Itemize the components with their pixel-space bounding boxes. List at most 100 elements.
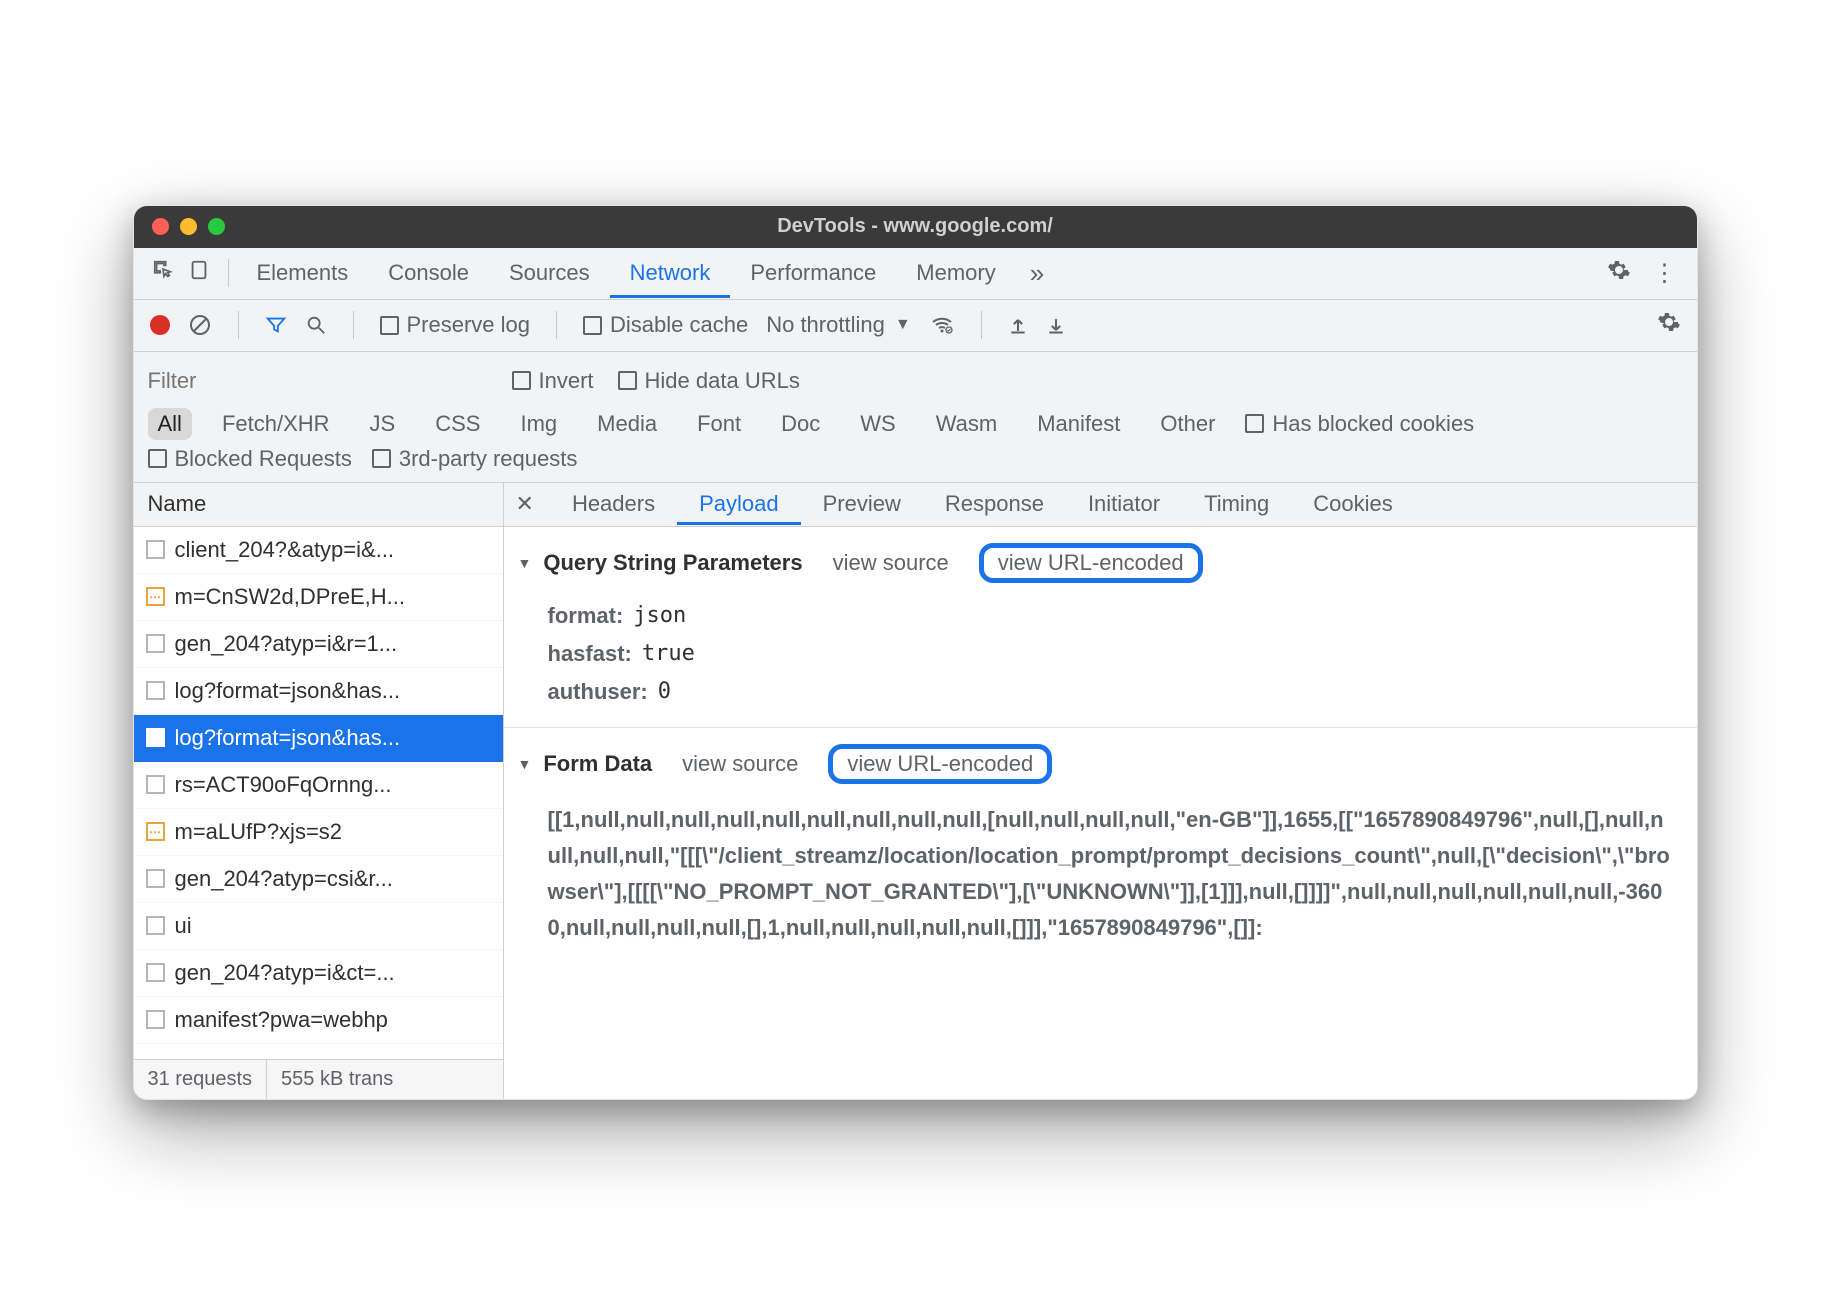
detail-tab-payload[interactable]: Payload [677, 483, 801, 525]
filter-chip-doc[interactable]: Doc [771, 408, 830, 440]
record-button[interactable] [150, 315, 170, 335]
window-title: DevTools - www.google.com/ [134, 215, 1697, 238]
request-row[interactable]: ui [134, 903, 503, 950]
request-row[interactable]: client_204?&atyp=i&... [134, 527, 503, 574]
main-tab-performance[interactable]: Performance [730, 248, 896, 298]
preserve-log-checkbox[interactable]: Preserve log [380, 312, 531, 338]
import-har-icon[interactable] [1008, 315, 1028, 335]
request-label: log?format=json&has... [175, 725, 401, 751]
blocked-requests-label: Blocked Requests [175, 446, 352, 472]
kebab-menu-icon[interactable]: ⋮ [1653, 259, 1677, 288]
form-data-header: ▼ Form Data view source view URL-encoded [504, 740, 1697, 794]
close-details-icon[interactable]: ✕ [504, 491, 550, 517]
query-string-header: ▼ Query String Parameters view source vi… [504, 539, 1697, 593]
export-har-icon[interactable] [1046, 315, 1066, 335]
document-icon [146, 728, 165, 747]
param-value: 0 [658, 679, 671, 705]
form-data-body: [[1,null,null,null,null,null,null,null,n… [504, 794, 1697, 947]
detail-tab-timing[interactable]: Timing [1182, 483, 1291, 525]
request-row[interactable]: manifest?pwa=webhp [134, 997, 503, 1044]
network-settings-gear-icon[interactable] [1657, 310, 1681, 340]
disclosure-triangle-icon[interactable]: ▼ [518, 756, 532, 772]
settings-gear-icon[interactable] [1607, 258, 1631, 288]
throttling-select[interactable]: No throttling ▼ [766, 312, 910, 338]
detail-tab-response[interactable]: Response [923, 483, 1066, 525]
filter-chip-all[interactable]: All [148, 408, 192, 440]
has-blocked-cookies-label: Has blocked cookies [1272, 411, 1474, 437]
clear-icon[interactable] [188, 313, 212, 337]
view-source-link[interactable]: view source [682, 751, 798, 777]
request-row[interactable]: gen_204?atyp=i&r=1... [134, 621, 503, 668]
filter-chip-other[interactable]: Other [1150, 408, 1225, 440]
document-icon [146, 540, 165, 559]
filter-input[interactable] [148, 364, 488, 398]
detail-tab-cookies[interactable]: Cookies [1291, 483, 1414, 525]
throttling-value: No throttling [766, 312, 885, 338]
third-party-checkbox[interactable]: 3rd-party requests [372, 446, 578, 472]
divider [238, 311, 239, 339]
filter-chip-manifest[interactable]: Manifest [1027, 408, 1130, 440]
form-data-section: ▼ Form Data view source view URL-encoded… [504, 728, 1697, 963]
request-row[interactable]: rs=ACT90oFqOrnng... [134, 762, 503, 809]
blocked-requests-checkbox[interactable]: Blocked Requests [148, 446, 352, 472]
view-url-encoded-link[interactable]: view URL-encoded [828, 744, 1052, 784]
document-icon [146, 681, 165, 700]
request-row[interactable]: gen_204?atyp=csi&r... [134, 856, 503, 903]
divider [556, 311, 557, 339]
invert-label: Invert [539, 368, 594, 394]
search-icon[interactable] [305, 314, 327, 336]
inspect-icon[interactable] [152, 259, 174, 287]
main-tab-console[interactable]: Console [368, 248, 489, 298]
script-icon: ⋯ [146, 587, 165, 606]
disclosure-triangle-icon[interactable]: ▼ [518, 555, 532, 571]
view-url-encoded-link[interactable]: view URL-encoded [979, 543, 1203, 583]
param-key: format: [548, 603, 624, 629]
more-tabs-button[interactable]: » [1016, 258, 1058, 289]
invert-checkbox[interactable]: Invert [512, 368, 594, 394]
resource-type-chips: All Fetch/XHR JS CSS Img Media Font Doc WS Wasm Ma… [148, 408, 1683, 440]
query-param-row: format: json [548, 597, 1697, 635]
status-requests: 31 requests [134, 1060, 268, 1099]
request-list: client_204?&atyp=i&...⋯m=CnSW2d,DPreE,H.… [134, 527, 503, 1059]
param-value: json [633, 603, 686, 629]
request-label: gen_204?atyp=csi&r... [175, 866, 393, 892]
view-source-link[interactable]: view source [833, 550, 949, 576]
status-transfer: 555 kB trans [267, 1060, 407, 1099]
filter-chip-media[interactable]: Media [587, 408, 667, 440]
request-row[interactable]: ⋯m=CnSW2d,DPreE,H... [134, 574, 503, 621]
filter-chip-fetch-xhr[interactable]: Fetch/XHR [212, 408, 340, 440]
request-row[interactable]: gen_204?atyp=i&ct=... [134, 950, 503, 997]
main-tab-network[interactable]: Network [610, 248, 731, 298]
filter-chip-css[interactable]: CSS [425, 408, 490, 440]
filter-chip-img[interactable]: Img [510, 408, 567, 440]
filter-chip-ws[interactable]: WS [850, 408, 905, 440]
divider [228, 259, 229, 287]
request-row[interactable]: log?format=json&has... [134, 668, 503, 715]
disable-cache-checkbox[interactable]: Disable cache [583, 312, 748, 338]
network-conditions-icon[interactable] [929, 313, 955, 337]
detail-tab-headers[interactable]: Headers [550, 483, 677, 525]
filter-icon[interactable] [265, 314, 287, 336]
filter-chip-font[interactable]: Font [687, 408, 751, 440]
has-blocked-cookies-checkbox[interactable]: Has blocked cookies [1245, 411, 1474, 437]
request-list-panel: Name client_204?&atyp=i&...⋯m=CnSW2d,DPr… [134, 483, 504, 1099]
request-row[interactable]: ⋯m=aLUfP?xjs=s2 [134, 809, 503, 856]
close-window-button[interactable] [152, 218, 169, 235]
main-tabs-container: ElementsConsoleSourcesNetworkPerformance… [237, 248, 1016, 298]
request-row[interactable]: log?format=json&has... [134, 715, 503, 762]
minimize-window-button[interactable] [180, 218, 197, 235]
device-toggle-icon[interactable] [188, 259, 210, 287]
hide-data-urls-checkbox[interactable]: Hide data URLs [618, 368, 800, 394]
name-column-header[interactable]: Name [134, 483, 503, 527]
detail-tab-initiator[interactable]: Initiator [1066, 483, 1182, 525]
filter-chip-js[interactable]: JS [360, 408, 406, 440]
maximize-window-button[interactable] [208, 218, 225, 235]
param-key: hasfast: [548, 641, 632, 667]
request-label: gen_204?atyp=i&r=1... [175, 631, 398, 657]
query-param-row: hasfast:true [548, 635, 1697, 673]
detail-tab-preview[interactable]: Preview [801, 483, 923, 525]
filter-chip-wasm[interactable]: Wasm [926, 408, 1008, 440]
main-tab-sources[interactable]: Sources [489, 248, 610, 298]
main-tab-elements[interactable]: Elements [237, 248, 369, 298]
main-tab-memory[interactable]: Memory [896, 248, 1015, 298]
